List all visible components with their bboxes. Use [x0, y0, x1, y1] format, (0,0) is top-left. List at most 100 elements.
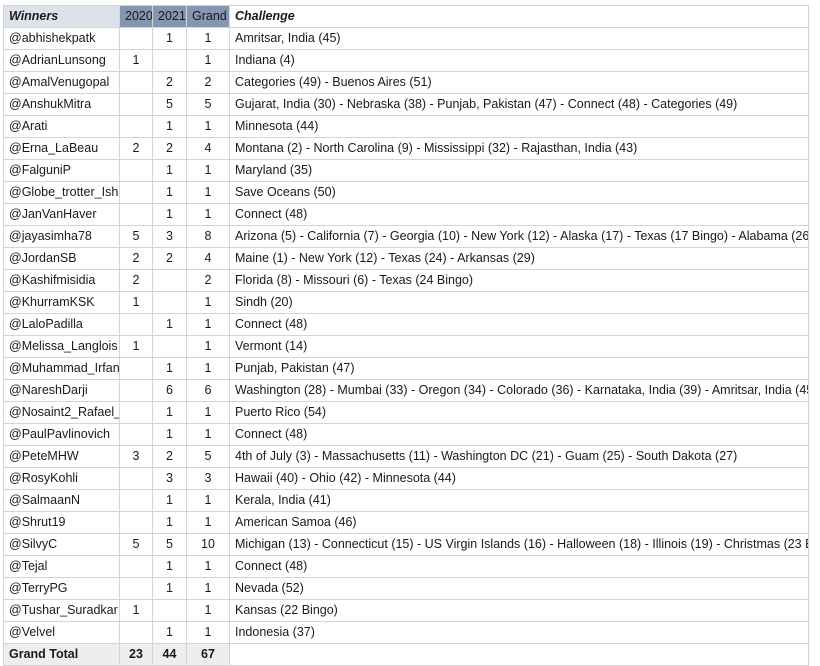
cell-challenge[interactable]: American Samoa (46) [229, 511, 809, 534]
cell-2020[interactable] [119, 577, 153, 600]
cell-2020[interactable] [119, 555, 153, 578]
cell-winner[interactable]: @Arati [3, 115, 120, 138]
grand-total-label[interactable]: Grand Total [3, 643, 120, 666]
cell-winner[interactable]: @jayasimha78 [3, 225, 120, 248]
cell-2021[interactable]: 1 [152, 313, 187, 336]
cell-winner[interactable]: @Erna_LaBeau [3, 137, 120, 160]
cell-challenge[interactable]: Gujarat, India (30) - Nebraska (38) - Pu… [229, 93, 809, 116]
cell-challenge[interactable]: Connect (48) [229, 313, 809, 336]
cell-2021[interactable]: 1 [152, 27, 187, 50]
cell-winner[interactable]: @AdrianLunsong [3, 49, 120, 72]
cell-challenge[interactable]: 4th of July (3) - Massachusetts (11) - W… [229, 445, 809, 468]
cell-winner[interactable]: @TerryPG [3, 577, 120, 600]
table-row[interactable]: @LaloPadilla 1 1 Connect (48) [3, 313, 809, 336]
cell-challenge[interactable]: Minnesota (44) [229, 115, 809, 138]
cell-grand-total[interactable]: 1 [186, 511, 230, 534]
grand-total-row[interactable]: Grand Total 23 44 67 [3, 643, 809, 666]
cell-winner[interactable]: @SilvyC [3, 533, 120, 556]
cell-2020[interactable]: 1 [119, 49, 153, 72]
cell-grand-total[interactable]: 5 [186, 93, 230, 116]
table-row[interactable]: @PaulPavlinovich 1 1 Connect (48) [3, 423, 809, 446]
cell-grand-total[interactable]: 1 [186, 115, 230, 138]
cell-2021[interactable] [152, 599, 187, 622]
table-row[interactable]: @TerryPG 1 1 Nevada (52) [3, 577, 809, 600]
cell-grand-total[interactable]: 6 [186, 379, 230, 402]
cell-grand-total[interactable]: 3 [186, 467, 230, 490]
cell-winner[interactable]: @abhishekpatk [3, 27, 120, 50]
cell-challenge[interactable]: Montana (2) - North Carolina (9) - Missi… [229, 137, 809, 160]
cell-2021[interactable]: 1 [152, 511, 187, 534]
table-row[interactable]: @Globe_trotter_Isha 1 1 Save Oceans (50) [3, 181, 809, 204]
table-row[interactable]: @Nosaint2_Rafael_Fe11Puerto Rico (54) [3, 401, 809, 424]
cell-2020[interactable] [119, 379, 153, 402]
cell-2020[interactable] [119, 159, 153, 182]
table-row[interactable]: @SalmaanN 1 1 Kerala, India (41) [3, 489, 809, 512]
cell-grand-total[interactable]: 1 [186, 621, 230, 644]
cell-2021[interactable]: 5 [152, 93, 187, 116]
cell-winner[interactable]: @KhurramKSK [3, 291, 120, 314]
cell-grand-total[interactable]: 1 [186, 423, 230, 446]
table-row[interactable]: @SilvyC 5 5 10 Michigan (13) - Connecticut (… [3, 533, 809, 556]
cell-challenge[interactable]: Punjab, Pakistan (47) [229, 357, 809, 380]
cell-challenge[interactable]: Kerala, India (41) [229, 489, 809, 512]
cell-2020[interactable] [119, 357, 153, 380]
cell-2020[interactable] [119, 203, 153, 226]
cell-challenge[interactable]: Puerto Rico (54) [229, 401, 809, 424]
cell-2020[interactable] [119, 511, 153, 534]
cell-2020[interactable]: 5 [119, 533, 153, 556]
cell-2020[interactable] [119, 181, 153, 204]
cell-2021[interactable]: 1 [152, 555, 187, 578]
cell-challenge[interactable]: Connect (48) [229, 423, 809, 446]
cell-2020[interactable]: 1 [119, 335, 153, 358]
cell-2021[interactable]: 3 [152, 467, 187, 490]
table-row[interactable]: @Kashifmisidia 2 2 Florida (8) - Missouri (… [3, 269, 809, 292]
cell-grand-total[interactable]: 1 [186, 203, 230, 226]
cell-challenge[interactable]: Connect (48) [229, 555, 809, 578]
table-row[interactable]: @PeteMHW 3 2 5 4th of July (3) - Massachuset… [3, 445, 809, 468]
cell-challenge[interactable]: Categories (49) - Buenos Aires (51) [229, 71, 809, 94]
cell-winner[interactable]: @Tushar_Suradkar [3, 599, 120, 622]
cell-winner[interactable]: @Tejal [3, 555, 120, 578]
cell-2021[interactable]: 1 [152, 203, 187, 226]
cell-2021[interactable] [152, 291, 187, 314]
table-row[interactable]: @NareshDarji 6 6 Washington (28) - Mumbai (… [3, 379, 809, 402]
cell-winner[interactable]: @RosyKohli [3, 467, 120, 490]
table-row[interactable]: @jayasimha78 5 3 8 Arizona (5) - California … [3, 225, 809, 248]
cell-2020[interactable] [119, 489, 153, 512]
cell-winner[interactable]: @Nosaint2_Rafael_Fe [3, 401, 120, 424]
cell-2020[interactable] [119, 27, 153, 50]
cell-challenge[interactable]: Michigan (13) - Connecticut (15) - US Vi… [229, 533, 809, 556]
cell-2021[interactable]: 1 [152, 115, 187, 138]
cell-winner[interactable]: @Velvel [3, 621, 120, 644]
cell-grand-total[interactable]: 1 [186, 335, 230, 358]
cell-2021[interactable]: 1 [152, 621, 187, 644]
cell-2020[interactable]: 2 [119, 269, 153, 292]
cell-2021[interactable]: 1 [152, 357, 187, 380]
cell-grand-total[interactable]: 8 [186, 225, 230, 248]
cell-challenge[interactable]: Hawaii (40) - Ohio (42) - Minnesota (44) [229, 467, 809, 490]
cell-2020[interactable]: 2 [119, 247, 153, 270]
cell-2021[interactable]: 1 [152, 181, 187, 204]
cell-grand-total[interactable]: 2 [186, 71, 230, 94]
cell-grand-total[interactable]: 1 [186, 27, 230, 50]
cell-grand-total[interactable]: 10 [186, 533, 230, 556]
cell-2020[interactable] [119, 93, 153, 116]
cell-winner[interactable]: @Melissa_Langlois [3, 335, 120, 358]
cell-2021[interactable]: 2 [152, 137, 187, 160]
table-row[interactable]: @JordanSB 2 2 4 Maine (1) - New York (12) - … [3, 247, 809, 270]
cell-challenge[interactable]: Maryland (35) [229, 159, 809, 182]
table-row[interactable]: @Melissa_Langlois 1 1 Vermont (14) [3, 335, 809, 358]
cell-challenge[interactable]: Arizona (5) - California (7) - Georgia (… [229, 225, 809, 248]
cell-winner[interactable]: @Globe_trotter_Isha [3, 181, 120, 204]
cell-grand-total[interactable]: 2 [186, 269, 230, 292]
column-header-winners[interactable]: Winners [3, 5, 120, 28]
cell-challenge[interactable]: Nevada (52) [229, 577, 809, 600]
cell-challenge[interactable]: Save Oceans (50) [229, 181, 809, 204]
grand-total-2020[interactable]: 23 [119, 643, 153, 666]
cell-2020[interactable] [119, 621, 153, 644]
cell-2021[interactable]: 1 [152, 577, 187, 600]
cell-grand-total[interactable]: 1 [186, 159, 230, 182]
table-row[interactable]: @Tejal 1 1 Connect (48) [3, 555, 809, 578]
cell-winner[interactable]: @AnshukMitra [3, 93, 120, 116]
cell-winner[interactable]: @Kashifmisidia [3, 269, 120, 292]
